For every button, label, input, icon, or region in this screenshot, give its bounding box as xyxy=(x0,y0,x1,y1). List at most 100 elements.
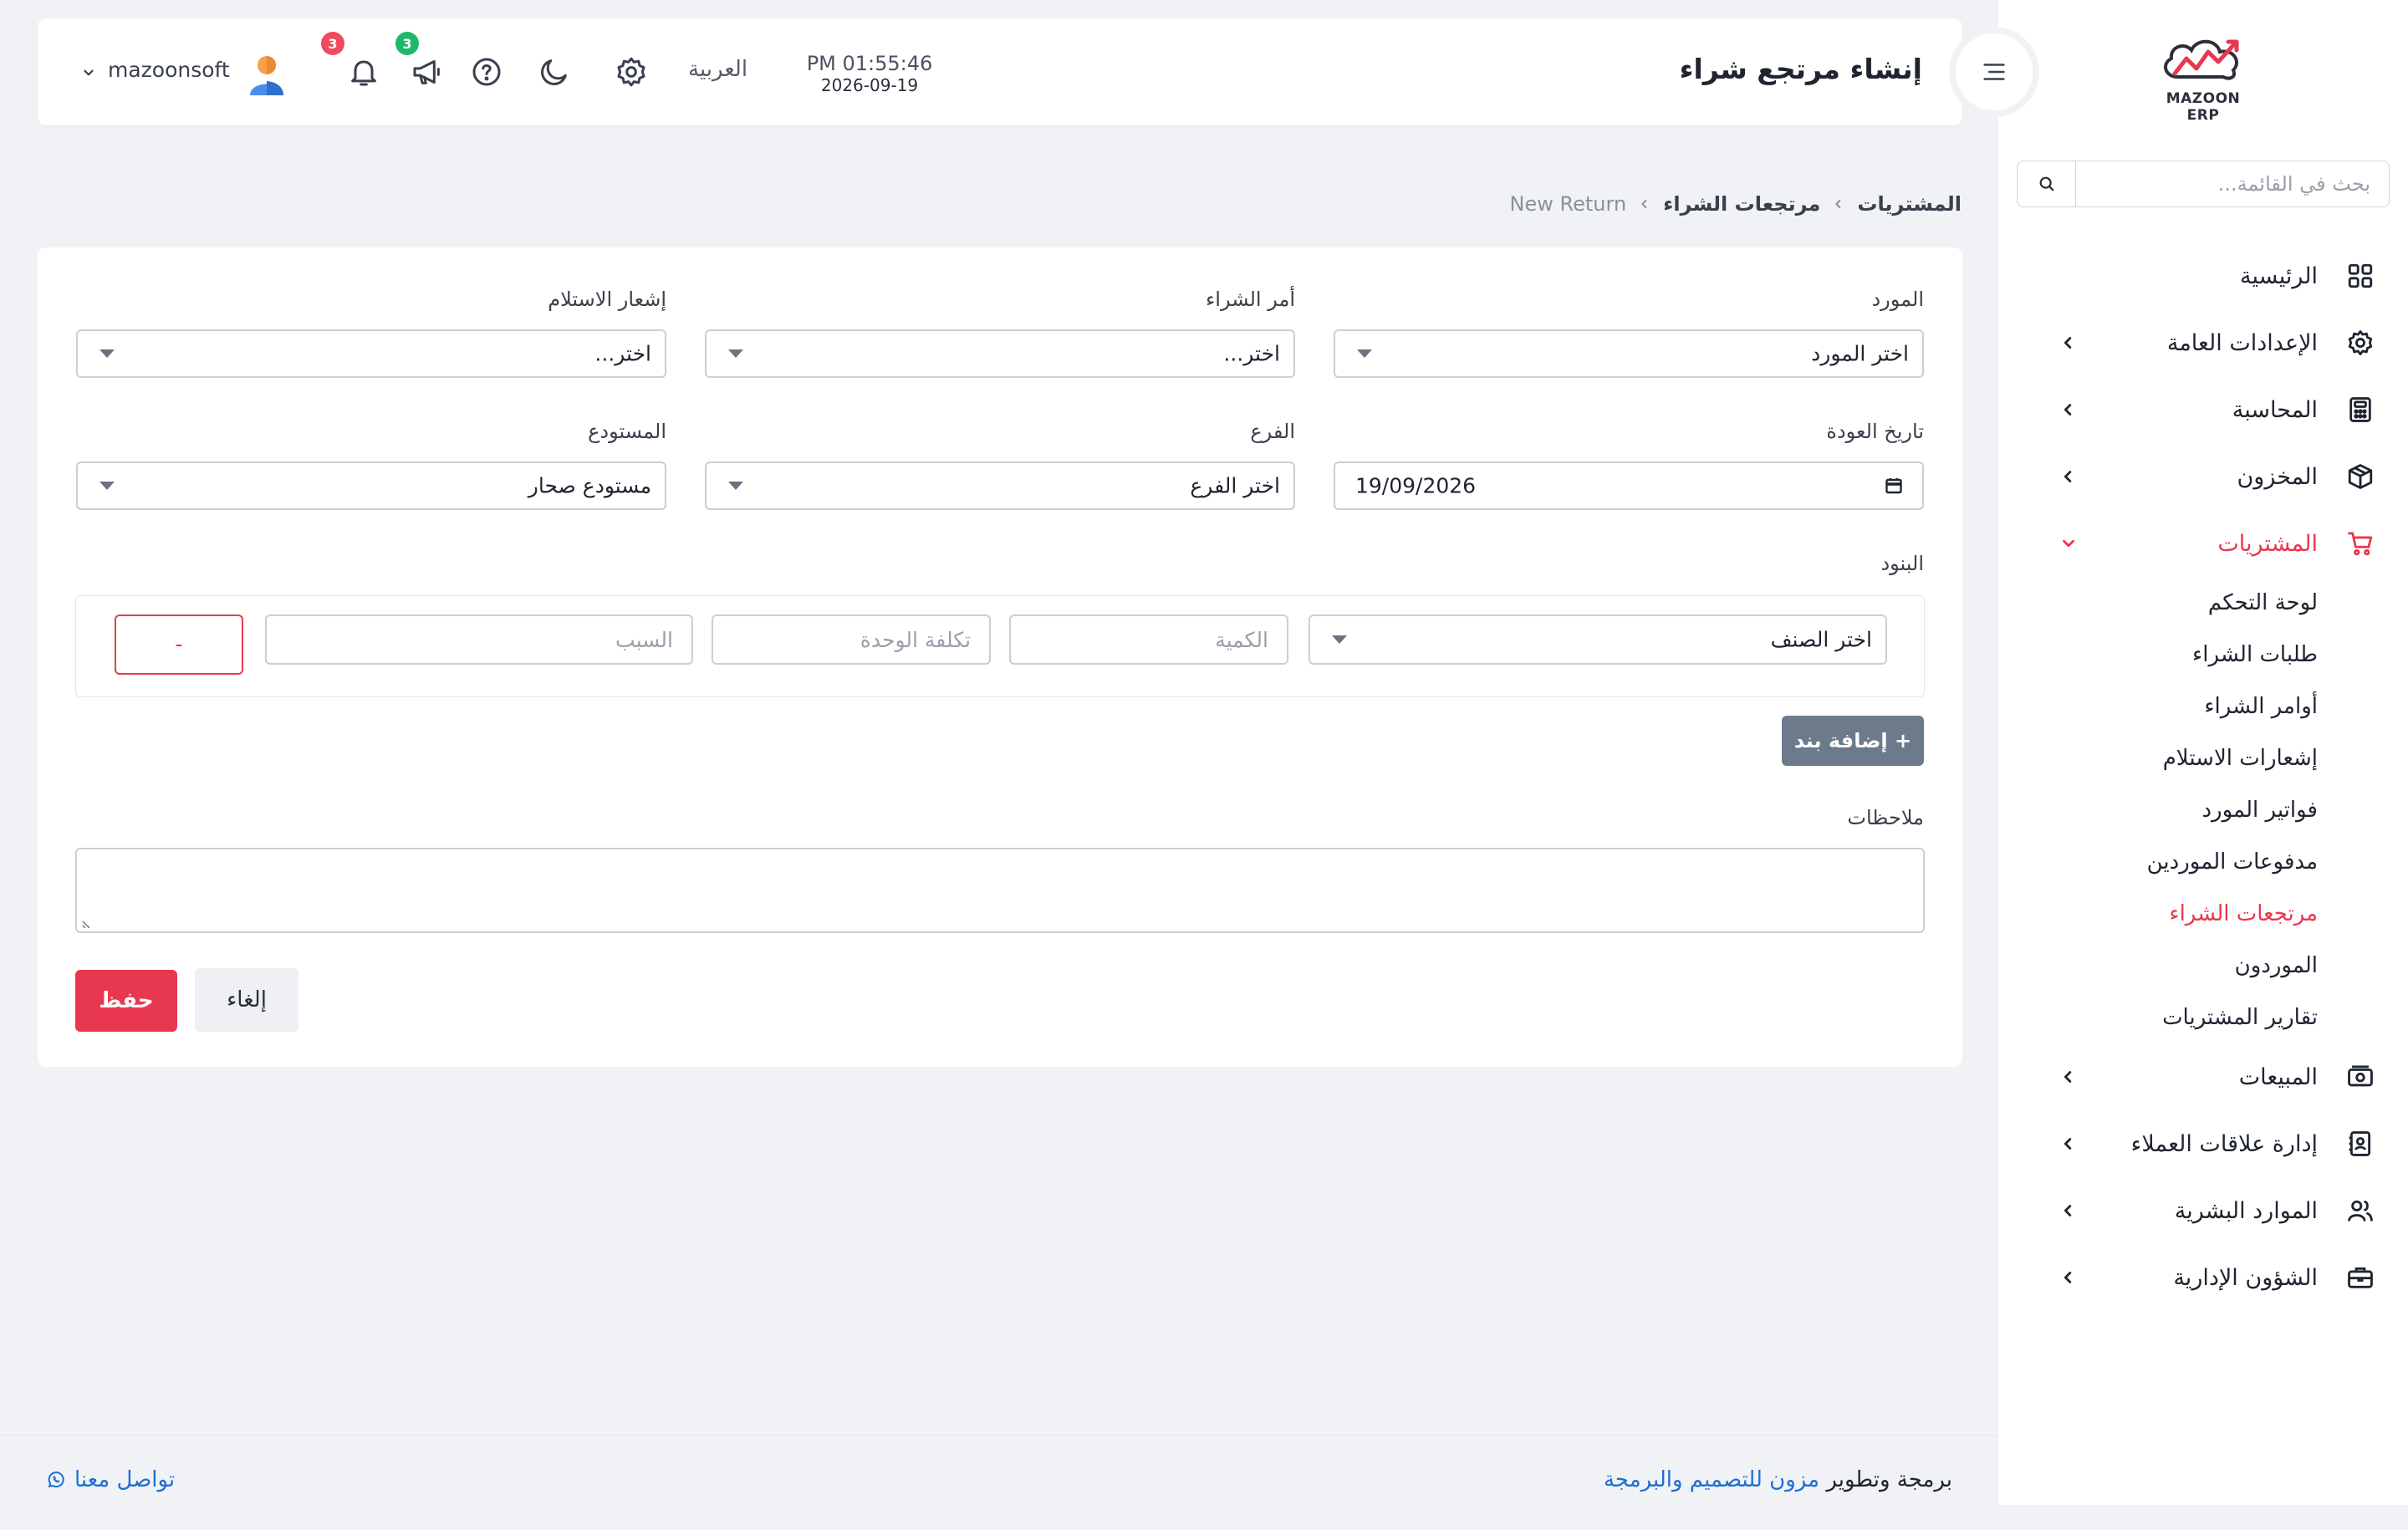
cancel-button[interactable]: إلغاء xyxy=(195,968,298,1032)
search-icon[interactable] xyxy=(2018,161,2076,207)
breadcrumb-current: New Return xyxy=(1509,192,1627,216)
chevron-down-icon xyxy=(2059,534,2078,553)
caret-down-icon xyxy=(728,349,743,358)
purchase-order-label: أمر الشراء xyxy=(1206,288,1295,311)
purchase-order-select[interactable]: اختر... xyxy=(705,329,1295,378)
purchase-order-select-value: اختر... xyxy=(1223,341,1280,366)
sidebar-item-purchases[interactable]: المشتريات xyxy=(1998,510,2408,577)
submenu-item-label: الموردون xyxy=(2234,953,2318,978)
gear-icon xyxy=(2346,329,2375,357)
sidebar-item-inventory[interactable]: المخزون xyxy=(1998,443,2408,510)
chevron-left-icon xyxy=(2059,467,2078,486)
submenu-item-label: لوحة التحكم xyxy=(2207,590,2318,615)
sidebar-search-input[interactable] xyxy=(2076,161,2389,207)
sidebar-item-home[interactable]: الرئيسية xyxy=(1998,242,2408,309)
quantity-input[interactable] xyxy=(1009,615,1288,665)
footer-credit-prefix: برمجة وتطوير xyxy=(1826,1467,1952,1492)
caret-down-icon xyxy=(99,349,115,358)
item-select[interactable]: اختر الصنف xyxy=(1309,615,1887,665)
caret-down-icon xyxy=(1332,635,1347,644)
sidebar-item-label: المخزون xyxy=(2237,463,2318,490)
receipt-note-select[interactable]: اختر... xyxy=(76,329,666,378)
footer-credit: برمجة وتطوير مزون للتصميم والبرمجة xyxy=(1604,1467,1952,1492)
warehouse-label: المستودع xyxy=(588,420,666,443)
save-button[interactable]: حفظ xyxy=(75,970,177,1032)
page-title: إنشاء مرتجع شراء xyxy=(1679,53,1922,85)
submenu-item-label: مرتجعات الشراء xyxy=(2169,901,2318,926)
cash-icon xyxy=(2346,1063,2375,1091)
contact-us-link[interactable]: تواصل معنا xyxy=(46,1467,175,1492)
notes-textarea[interactable] xyxy=(75,848,1925,933)
help-icon[interactable] xyxy=(470,55,503,89)
app-logo[interactable]: MAZOON ERP xyxy=(2149,33,2258,124)
submenu-item-purchase-returns[interactable]: مرتجعات الشراء xyxy=(1998,888,2408,940)
users-icon xyxy=(2346,1196,2375,1225)
supplier-select-value: اختر المورد xyxy=(1811,341,1909,366)
sidebar-item-label: الشؤون الإدارية xyxy=(2173,1264,2318,1291)
sidebar-item-accounting[interactable]: المحاسبة xyxy=(1998,376,2408,443)
branch-label: الفرع xyxy=(1250,420,1295,443)
menu-icon xyxy=(1980,58,2008,86)
contacts-icon xyxy=(2346,1130,2375,1158)
chevron-down-icon[interactable] xyxy=(81,65,96,80)
clock-date: 2026-09-19 xyxy=(820,75,919,95)
username[interactable]: mazoonsoft xyxy=(108,58,230,82)
item-select-value: اختر الصنف xyxy=(1770,627,1872,652)
resize-handle-icon[interactable] xyxy=(81,916,94,930)
submenu-item-purchase-reports[interactable]: تقارير المشتريات xyxy=(1998,992,2408,1043)
sidebar-item-hr[interactable]: الموارد البشرية xyxy=(1998,1177,2408,1244)
sidebar-item-crm[interactable]: إدارة علاقات العملاء xyxy=(1998,1110,2408,1177)
remove-item-button[interactable]: - xyxy=(115,615,243,675)
submenu-item-suppliers[interactable]: الموردون xyxy=(1998,940,2408,992)
return-date-value: 19/09/2026 xyxy=(1355,473,1477,498)
submenu-item-purchase-requests[interactable]: طلبات الشراء xyxy=(1998,629,2408,681)
submenu-item-supplier-invoices[interactable]: فواتير المورد xyxy=(1998,784,2408,836)
logo-mark-icon xyxy=(2164,39,2239,80)
reason-input[interactable] xyxy=(265,615,693,665)
bell-icon[interactable] xyxy=(347,55,380,89)
submenu-item-receipt-notes[interactable]: إشعارات الاستلام xyxy=(1998,732,2408,784)
chevron-left-icon xyxy=(2059,334,2078,352)
breadcrumb-purchase-returns[interactable]: مرتجعات الشراء xyxy=(1663,192,1820,216)
gear-icon[interactable] xyxy=(615,55,648,89)
language-switch[interactable]: العربية xyxy=(688,57,747,82)
caret-down-icon xyxy=(728,482,743,490)
footer-credit-link[interactable]: مزون للتصميم والبرمجة xyxy=(1604,1467,1819,1492)
chevron-left-icon xyxy=(2059,1068,2078,1086)
sidebar-item-label: المحاسبة xyxy=(2232,396,2318,423)
calendar-icon[interactable] xyxy=(1884,476,1904,496)
megaphone-icon[interactable] xyxy=(411,55,444,89)
sidebar-item-label: الموارد البشرية xyxy=(2174,1197,2318,1224)
warehouse-select[interactable]: مستودع صحار xyxy=(76,462,666,510)
announcements-badge: 3 xyxy=(395,32,419,55)
branch-select[interactable]: اختر الفرع xyxy=(705,462,1295,510)
sidebar: MAZOON ERP الرئيسية الإعدادات العامة xyxy=(1998,0,2408,1505)
notes-label: ملاحظات xyxy=(1847,806,1924,829)
avatar[interactable] xyxy=(247,54,287,95)
chevron-left-icon xyxy=(1638,197,1651,211)
submenu-item-label: مدفوعات الموردين xyxy=(2146,849,2318,875)
menu-toggle-button[interactable] xyxy=(1956,33,2033,110)
top-header: إنشاء مرتجع شراء PM 01:55:46 2026-09-19 … xyxy=(38,18,1962,125)
supplier-select[interactable]: اختر المورد xyxy=(1334,329,1924,378)
receipt-note-label: إشعار الاستلام xyxy=(548,288,666,311)
sidebar-item-sales[interactable]: المبيعات xyxy=(1998,1043,2408,1110)
grid-icon xyxy=(2346,262,2375,290)
sidebar-item-general-settings[interactable]: الإعدادات العامة xyxy=(1998,309,2408,376)
submenu-item-purchase-orders[interactable]: أوامر الشراء xyxy=(1998,681,2408,732)
submenu-item-label: فواتير المورد xyxy=(2201,798,2318,823)
submenu-item-supplier-payments[interactable]: مدفوعات الموردين xyxy=(1998,836,2408,888)
caret-down-icon xyxy=(99,482,115,490)
submenu-item-label: أوامر الشراء xyxy=(2204,694,2318,719)
return-date-input[interactable]: 19/09/2026 xyxy=(1334,462,1924,510)
whatsapp-icon xyxy=(46,1470,66,1490)
moon-icon[interactable] xyxy=(538,55,571,89)
sidebar-item-admin-affairs[interactable]: الشؤون الإدارية xyxy=(1998,1244,2408,1311)
briefcase-icon xyxy=(2346,1263,2375,1292)
add-item-button[interactable]: + إضافة بند xyxy=(1782,716,1924,766)
submenu-item-dashboard[interactable]: لوحة التحكم xyxy=(1998,577,2408,629)
chevron-left-icon xyxy=(2059,400,2078,419)
breadcrumb-purchases[interactable]: المشتريات xyxy=(1857,192,1962,216)
unit-cost-input[interactable] xyxy=(712,615,991,665)
box-icon xyxy=(2346,462,2375,491)
